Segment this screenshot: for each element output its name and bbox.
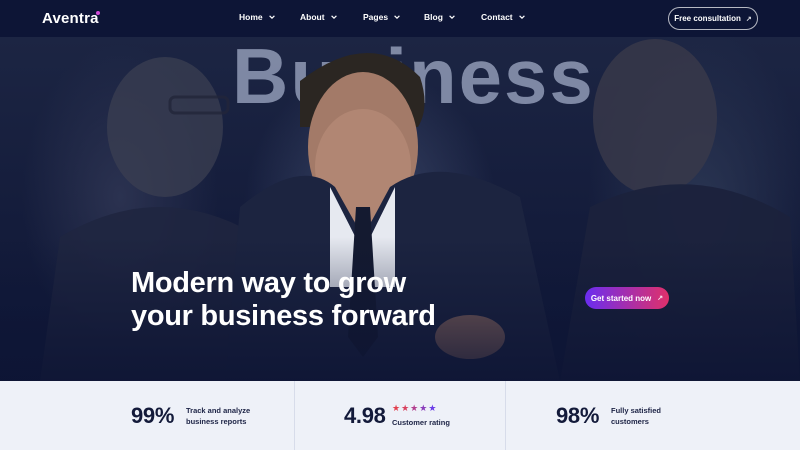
chevron-down-icon — [330, 15, 337, 20]
arrow-up-right-icon: ↗ — [657, 295, 664, 302]
stats-bar: 99% Track and analyze business reports 4… — [0, 381, 800, 450]
free-consultation-label: Free consultation — [674, 14, 741, 23]
chevron-down-icon — [518, 15, 525, 20]
stat-description: Track and analyze business reports — [186, 405, 266, 427]
stat-description-line: Track and analyze — [186, 406, 251, 415]
free-consultation-button[interactable]: Free consultation ↗ — [668, 7, 758, 30]
stat-description-line: business reports — [186, 417, 247, 426]
star-icon: ★ — [401, 403, 410, 413]
stat-description-line: customers — [611, 417, 649, 426]
rating-stars: ★ ★ ★ ★ ★ — [392, 404, 436, 413]
nav-item-label: Home — [239, 12, 263, 22]
top-navigation-bar: Aventra Home About Pages Blog Contact Fr… — [0, 0, 800, 37]
hero-headline-line: your business forward — [131, 300, 436, 332]
chevron-down-icon — [394, 15, 400, 20]
nav-item-contact[interactable]: Contact — [481, 12, 526, 22]
nav-item-label: Pages — [363, 12, 389, 22]
brand-logo-dot — [96, 11, 100, 15]
star-icon: ★ — [428, 403, 437, 413]
get-started-label: Get started now — [590, 293, 652, 303]
star-icon: ★ — [392, 403, 401, 413]
nav-item-label: About — [300, 12, 325, 22]
chevron-down-icon — [268, 15, 275, 20]
stat-description: Customer rating — [392, 418, 450, 427]
hero-headline-line: Modern way to grow — [131, 267, 406, 299]
nav-item-label: Contact — [481, 12, 513, 22]
stat-value: 4.98 — [344, 403, 386, 428]
get-started-button[interactable]: Get started now ↗ — [585, 287, 669, 309]
hero-section: Business Modern way to grow your busines… — [0, 37, 800, 381]
stat-value: 98% — [556, 403, 600, 428]
star-icon: ★ — [410, 403, 419, 413]
stat-item: 4.98 ★ ★ ★ ★ ★ Customer rating — [295, 381, 506, 450]
stat-item: 99% Track and analyze business reports — [0, 381, 295, 450]
star-icon: ★ — [419, 403, 428, 413]
arrow-up-right-icon: ↗ — [745, 15, 752, 23]
chevron-down-icon — [449, 15, 455, 20]
nav-item-about[interactable]: About — [300, 12, 338, 22]
stat-value: 99% — [131, 403, 175, 428]
nav-item-blog[interactable]: Blog — [424, 12, 456, 22]
brand-logo[interactable]: Aventra — [42, 10, 99, 27]
stat-item: 98% Fully satisfied customers — [506, 381, 800, 450]
nav-item-label: Blog — [424, 12, 443, 22]
hero-headline: Modern way to grow your business forward — [131, 267, 436, 333]
stat-description: Fully satisfied customers — [611, 405, 691, 427]
nav-item-pages[interactable]: Pages — [363, 12, 401, 22]
nav-item-home[interactable]: Home — [239, 12, 276, 22]
stat-description-line: Fully satisfied — [611, 406, 662, 415]
